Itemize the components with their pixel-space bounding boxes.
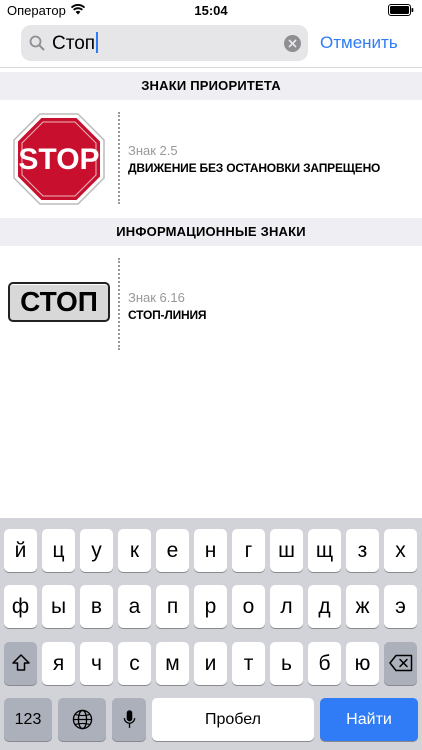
sign-row[interactable]: СТОП Знак 6.16 СТОП-ЛИНИЯ [0,246,422,362]
search-query: Стоп [52,32,99,55]
key[interactable]: т [232,642,265,685]
key[interactable]: д [308,585,341,628]
section-header-priority: ЗНАКИ ПРИОРИТЕТА [0,72,422,100]
key[interactable]: и [194,642,227,685]
key[interactable]: п [156,585,189,628]
key[interactable]: й [4,529,37,572]
shift-icon [11,654,30,671]
key[interactable]: ч [80,642,113,685]
key[interactable]: к [118,529,151,572]
key[interactable]: ж [346,585,379,628]
key[interactable]: у [80,529,113,572]
key[interactable]: а [118,585,151,628]
key[interactable]: ф [4,585,37,628]
search-input[interactable]: Стоп [21,25,308,61]
search-bar: Стоп Отменить [0,22,422,68]
microphone-icon [123,710,135,728]
globe-key[interactable] [58,698,106,741]
key[interactable]: р [194,585,227,628]
keyboard: й ц у к е н г ш щ з х ф ы в а п р о л д … [0,518,422,750]
key[interactable]: ц [42,529,75,572]
battery-icon [388,4,414,16]
key[interactable]: г [232,529,265,572]
sign-name: СТОП-ЛИНИЯ [128,308,207,322]
row-divider [118,112,120,204]
key[interactable]: с [118,642,151,685]
key[interactable]: ю [346,642,379,685]
clear-icon[interactable] [284,35,301,52]
stop-line-sign-icon: СТОП [8,282,110,322]
key[interactable]: ы [42,585,75,628]
key[interactable]: л [270,585,303,628]
key[interactable]: в [80,585,113,628]
stop-sign-icon: STOP [13,113,105,205]
clock: 15:04 [194,3,228,18]
delete-icon [388,654,412,672]
numbers-key[interactable]: 123 [4,698,52,741]
sign-number: Знак 2.5 [128,143,178,158]
key[interactable]: я [42,642,75,685]
key[interactable]: х [384,529,417,572]
key[interactable]: б [308,642,341,685]
key[interactable]: щ [308,529,341,572]
sign-name: ДВИЖЕНИЕ БЕЗ ОСТАНОВКИ ЗАПРЕЩЕНО [128,161,381,175]
section-header-info: ИНФОРМАЦИОННЫЕ ЗНАКИ [0,218,422,246]
key[interactable]: э [384,585,417,628]
shift-key[interactable] [4,642,37,685]
key[interactable]: ш [270,529,303,572]
globe-icon [72,709,92,730]
cancel-button[interactable]: Отменить [320,33,398,53]
key[interactable]: ь [270,642,303,685]
key[interactable]: з [346,529,379,572]
status-bar: Оператор 15:04 [0,0,422,22]
search-icon [29,35,45,51]
stop-sign-text: STOP [18,143,99,176]
key[interactable]: н [194,529,227,572]
sign-number: Знак 6.16 [128,290,185,305]
text-caret [96,32,99,53]
key[interactable]: е [156,529,189,572]
sign-row[interactable]: STOP Знак 2.5 ДВИЖЕНИЕ БЕЗ ОСТАНОВКИ ЗАП… [0,100,422,216]
row-divider [118,258,120,350]
key[interactable]: м [156,642,189,685]
delete-key[interactable] [384,642,417,685]
search-go-key[interactable]: Найти [320,698,418,741]
space-key[interactable]: Пробел [152,698,314,741]
key[interactable]: о [232,585,265,628]
dictation-key[interactable] [112,698,146,741]
